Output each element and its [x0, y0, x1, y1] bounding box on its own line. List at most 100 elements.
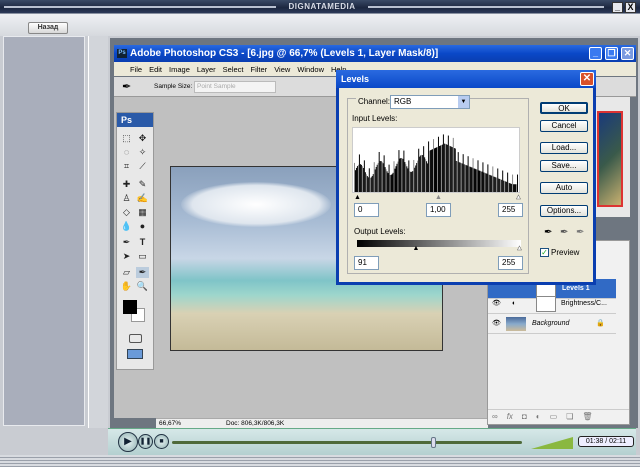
fx-icon[interactable]: fx — [507, 412, 513, 422]
histogram-bar — [516, 184, 518, 192]
white-eyedropper-icon[interactable]: ✒ — [576, 227, 584, 238]
adjustment-layer-icon[interactable]: ◐ — [536, 412, 541, 422]
menu-edit[interactable]: Edit — [149, 65, 162, 74]
menu-window[interactable]: Window — [297, 65, 324, 74]
histogram-bar — [494, 176, 496, 192]
eyedropper-tool-icon[interactable]: ✒ — [122, 80, 131, 93]
slice-tool-icon[interactable]: ⟋ — [136, 161, 149, 172]
crop-tool-icon[interactable]: ⌗ — [120, 161, 133, 172]
layer-row-background[interactable]: 👁 Background 🔒 — [488, 314, 616, 334]
black-input-slider[interactable]: ▲ — [354, 194, 361, 201]
menu-image[interactable]: Image — [169, 65, 190, 74]
histogram-bar — [363, 160, 365, 192]
dialog-close-button[interactable]: ✕ — [580, 72, 594, 86]
histogram-bar — [476, 169, 478, 192]
navigator-thumbnail[interactable] — [597, 111, 623, 207]
seek-handle[interactable] — [430, 437, 436, 448]
histogram-bar — [446, 144, 448, 192]
brush-tool-icon[interactable]: ✎ — [136, 179, 149, 190]
dodge-tool-icon[interactable]: ● — [136, 221, 149, 232]
path-selection-icon[interactable]: ➤ — [120, 251, 133, 262]
menu-file[interactable]: File — [130, 65, 142, 74]
shape-tool-icon[interactable]: ▭ — [136, 251, 149, 262]
histogram-bar — [393, 161, 395, 192]
input-black-field[interactable]: 0 — [354, 203, 379, 217]
histogram-bar — [432, 149, 434, 192]
auto-button[interactable]: Auto — [540, 182, 588, 194]
notes-tool-icon[interactable]: ▱ — [120, 267, 133, 278]
ps-close-button[interactable]: ✕ — [621, 47, 634, 60]
save-button[interactable]: Save... — [540, 160, 588, 172]
eye-icon[interactable]: 👁 — [492, 314, 501, 334]
gamma-input-slider[interactable]: ▲ — [435, 194, 442, 201]
input-gamma-field[interactable]: 1,00 — [426, 203, 451, 217]
ps-restore-button[interactable]: ❐ — [605, 47, 618, 60]
histogram-bar — [439, 145, 441, 192]
pen-tool-icon[interactable]: ✒ — [120, 237, 133, 248]
back-button[interactable]: Назад — [28, 22, 68, 34]
group-icon[interactable]: ▭ — [550, 412, 558, 422]
close-button[interactable]: X — [625, 2, 636, 13]
input-white-field[interactable]: 255 — [498, 203, 523, 217]
menu-filter[interactable]: Filter — [251, 65, 268, 74]
eyedropper-icon[interactable]: ✒ — [136, 267, 149, 278]
histogram-bar — [421, 154, 423, 192]
screen-mode-icon[interactable] — [127, 349, 143, 359]
healing-brush-icon[interactable]: ✚ — [120, 179, 133, 190]
quick-mask-icon[interactable] — [129, 334, 142, 343]
histogram-bar — [409, 171, 411, 192]
white-output-slider[interactable]: ▲ — [516, 245, 523, 253]
options-button[interactable]: Options... — [540, 205, 588, 217]
histogram-bar — [472, 158, 474, 192]
hand-tool-icon[interactable]: ✋ — [120, 281, 133, 292]
nav-bar — [0, 14, 640, 36]
output-black-field[interactable]: 91 — [354, 256, 379, 270]
type-tool-icon[interactable]: T — [136, 237, 149, 248]
mask-icon[interactable]: ◘ — [522, 412, 527, 422]
histogram-bar — [455, 161, 457, 192]
lasso-tool-icon[interactable]: ◌ — [120, 147, 133, 158]
trash-icon[interactable]: 🗑 — [582, 412, 592, 422]
white-input-slider[interactable]: ▲ — [515, 194, 522, 202]
load-button[interactable]: Load... — [540, 142, 588, 154]
black-output-slider[interactable]: ▲ — [413, 245, 420, 252]
gradient-tool-icon[interactable]: ▦ — [136, 207, 149, 218]
channel-select[interactable]: RGB ▼ — [390, 95, 470, 109]
menu-select[interactable]: Select — [223, 65, 244, 74]
histogram-bar — [462, 154, 464, 192]
volume-slider[interactable] — [531, 434, 575, 450]
layer-row-brightness[interactable]: 👁 ◐ Brightness/C... — [488, 294, 616, 314]
marquee-tool-icon[interactable]: ⬚ — [120, 133, 133, 144]
zoom-tool-icon[interactable]: 🔍 — [136, 281, 149, 292]
histogram-bar — [490, 175, 492, 192]
ps-minimize-button[interactable]: _ — [589, 47, 602, 60]
eraser-tool-icon[interactable]: ◇ — [120, 207, 133, 218]
preview-checkbox[interactable]: ✓ — [540, 248, 549, 257]
output-white-field[interactable]: 255 — [498, 256, 523, 270]
histogram-bar — [498, 178, 500, 192]
ok-button[interactable]: OK — [540, 102, 588, 114]
menu-view[interactable]: View — [274, 65, 290, 74]
new-layer-icon[interactable]: ❏ — [566, 412, 573, 422]
eye-icon[interactable]: 👁 — [492, 294, 501, 314]
magic-wand-icon[interactable]: ✧ — [136, 147, 149, 158]
blur-tool-icon[interactable]: 💧 — [120, 221, 133, 232]
cancel-button[interactable]: Cancel — [540, 120, 588, 132]
foreground-color-swatch[interactable] — [123, 300, 137, 314]
link-icon[interactable]: ∞ — [492, 412, 498, 422]
move-tool-icon[interactable]: ✥ — [136, 133, 149, 144]
histogram-bar — [506, 181, 508, 192]
history-brush-icon[interactable]: ✍ — [136, 193, 149, 204]
histogram-bar — [481, 171, 483, 192]
stamp-tool-icon[interactable]: ♙ — [120, 193, 133, 204]
black-eyedropper-icon[interactable]: ✒ — [544, 227, 552, 238]
pause-button[interactable]: ❚❚ — [138, 434, 153, 449]
menu-layer[interactable]: Layer — [197, 65, 216, 74]
stop-button[interactable]: ■ — [154, 434, 169, 449]
sample-size-select[interactable]: Point Sample — [194, 81, 276, 93]
input-levels-label: Input Levels: — [352, 114, 398, 123]
minimize-button[interactable]: _ — [612, 2, 623, 13]
play-button[interactable]: ▶ — [118, 432, 138, 452]
seek-bar[interactable] — [172, 437, 522, 448]
gray-eyedropper-icon[interactable]: ✒ — [560, 227, 568, 238]
